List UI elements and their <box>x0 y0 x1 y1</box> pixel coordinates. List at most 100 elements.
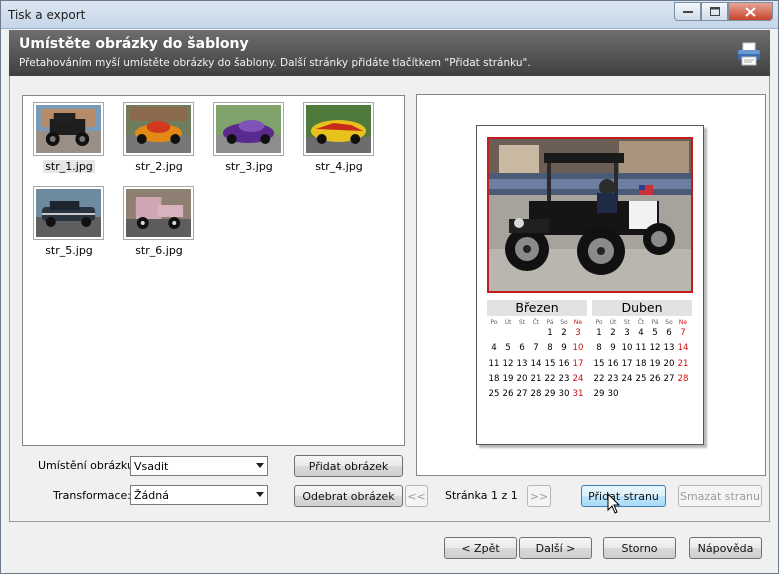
delete-page-button[interactable]: Smazat stranu <box>678 485 762 507</box>
thumbnail-item[interactable]: str_2.jpg <box>123 102 195 173</box>
thumbnail-label: str_3.jpg <box>225 160 273 173</box>
chevron-down-icon <box>256 492 264 497</box>
car-photo-icon <box>306 105 371 153</box>
day-cell <box>487 328 501 338</box>
photo-drop-area[interactable] <box>487 137 693 293</box>
car-photo-icon <box>489 139 691 291</box>
thumbnail-image[interactable] <box>33 186 104 240</box>
day-cell: 29 <box>593 389 605 400</box>
thumbnail-image[interactable] <box>33 102 104 156</box>
transform-value: Žádná <box>134 489 169 502</box>
day-cell: 8 <box>596 343 602 354</box>
transform-select[interactable]: Žádná <box>130 485 268 505</box>
day-cell: 20 <box>663 358 675 369</box>
thumbnail-image[interactable] <box>123 186 194 240</box>
day-cell: 28 <box>530 389 542 400</box>
printer-icon <box>738 42 760 66</box>
day-cell: 4 <box>638 328 644 338</box>
day-cell: 30 <box>558 389 570 400</box>
weekday-label: So <box>665 319 673 326</box>
day-cell <box>648 389 662 399</box>
weekday-label: Čt <box>532 319 540 326</box>
day-cell: 1 <box>547 328 553 338</box>
day-cell: 2 <box>561 328 567 338</box>
day-cell: 24 <box>572 373 584 384</box>
car-photo-icon <box>216 105 281 153</box>
weekday-label: St <box>623 319 631 326</box>
next-page-button[interactable]: >> <box>527 485 551 507</box>
day-cell: 10 <box>572 343 584 354</box>
thumbnail-item[interactable]: str_6.jpg <box>123 186 195 257</box>
thumbnail-label: str_4.jpg <box>315 160 363 173</box>
add-image-button[interactable]: Přidat obrázek <box>294 455 403 477</box>
day-cell: 19 <box>502 373 514 384</box>
help-button[interactable]: Nápověda <box>689 537 762 559</box>
close-button[interactable] <box>728 2 773 21</box>
day-cell: 6 <box>666 328 672 338</box>
day-cell: 20 <box>516 373 528 384</box>
day-cell: 2 <box>610 328 616 338</box>
calendar-month: Březen Po Út St Čt Pá So Ne 123 4 5 6 7 8 9 10… <box>487 300 587 399</box>
thumbnail-image[interactable] <box>213 102 284 156</box>
day-cell: 15 <box>544 358 556 369</box>
title-bar[interactable]: Tisk a export <box>1 1 778 29</box>
header-subtitle: Přetahováním myší umístěte obrázky do ša… <box>19 57 531 69</box>
day-cell: 12 <box>502 358 514 369</box>
placement-select[interactable]: Vsadit <box>130 456 268 476</box>
thumbnail-image[interactable] <box>123 102 194 156</box>
remove-image-button[interactable]: Odebrat obrázek <box>294 485 403 507</box>
day-cell: 14 <box>677 343 689 354</box>
day-cell <box>515 328 529 338</box>
print-export-window: Tisk a export Umístěte obrázky do šablon… <box>0 0 779 574</box>
cancel-button[interactable]: Storno <box>603 537 676 559</box>
day-cell: 21 <box>677 358 689 369</box>
day-cell: 8 <box>547 343 553 354</box>
transform-label: Transformace: <box>53 489 131 502</box>
day-cell: 10 <box>621 343 633 354</box>
day-cell <box>662 389 676 399</box>
day-cell: 23 <box>558 373 570 384</box>
mouse-cursor-icon <box>607 493 621 514</box>
prev-page-button[interactable]: << <box>405 485 428 507</box>
minimize-button[interactable] <box>674 2 701 21</box>
back-button[interactable]: < Zpět <box>444 537 517 559</box>
day-cell <box>676 389 690 399</box>
wizard-header: Umístěte obrázky do šablony Přetahováním… <box>9 30 770 76</box>
maximize-button[interactable] <box>701 2 728 21</box>
image-thumbnails-panel[interactable]: str_1.jpg str_2.jpg str_3.jpg str_4.jpg … <box>22 95 405 446</box>
day-cell: 5 <box>652 328 658 338</box>
weekday-header: Po Út St Čt Pá So Ne <box>487 319 587 326</box>
thumbnail-item[interactable]: str_5.jpg <box>33 186 105 257</box>
thumbnail-item[interactable]: str_1.jpg <box>33 102 105 173</box>
day-cell: 29 <box>544 389 556 400</box>
weekday-label: St <box>518 319 526 326</box>
day-cell: 4 <box>491 343 497 354</box>
day-cell: 5 <box>505 343 511 354</box>
day-cell: 3 <box>575 328 581 338</box>
thumbnail-image[interactable] <box>303 102 374 156</box>
day-cell: 11 <box>635 343 647 354</box>
day-cell: 16 <box>558 358 570 369</box>
weekday-label: Pá <box>546 319 554 326</box>
calendar-page: Březen Po Út St Čt Pá So Ne 123 4 5 6 7 8 9 10… <box>476 125 704 445</box>
month-name: Duben <box>592 300 692 316</box>
add-page-button[interactable]: Přidat stranu <box>581 485 666 507</box>
thumbnail-item[interactable]: str_3.jpg <box>213 102 285 173</box>
day-cell: 23 <box>607 373 619 384</box>
car-photo-icon <box>126 105 191 153</box>
day-cell: 25 <box>488 389 500 400</box>
weekday-label: Po <box>595 319 603 326</box>
day-cell: 22 <box>593 373 605 384</box>
day-cell <box>620 389 634 399</box>
day-cell: 7 <box>533 343 539 354</box>
maximize-icon <box>709 7 720 16</box>
car-photo-icon <box>126 189 191 237</box>
day-cell: 28 <box>677 373 689 384</box>
weekday-label: So <box>560 319 568 326</box>
thumbnail-item[interactable]: str_4.jpg <box>303 102 375 173</box>
day-cell: 26 <box>502 389 514 400</box>
day-cell: 17 <box>572 358 584 369</box>
next-button[interactable]: Další > <box>519 537 592 559</box>
page-preview-panel: Březen Po Út St Čt Pá So Ne 123 4 5 6 7 8 9 10… <box>416 94 766 476</box>
day-cell: 11 <box>488 358 500 369</box>
